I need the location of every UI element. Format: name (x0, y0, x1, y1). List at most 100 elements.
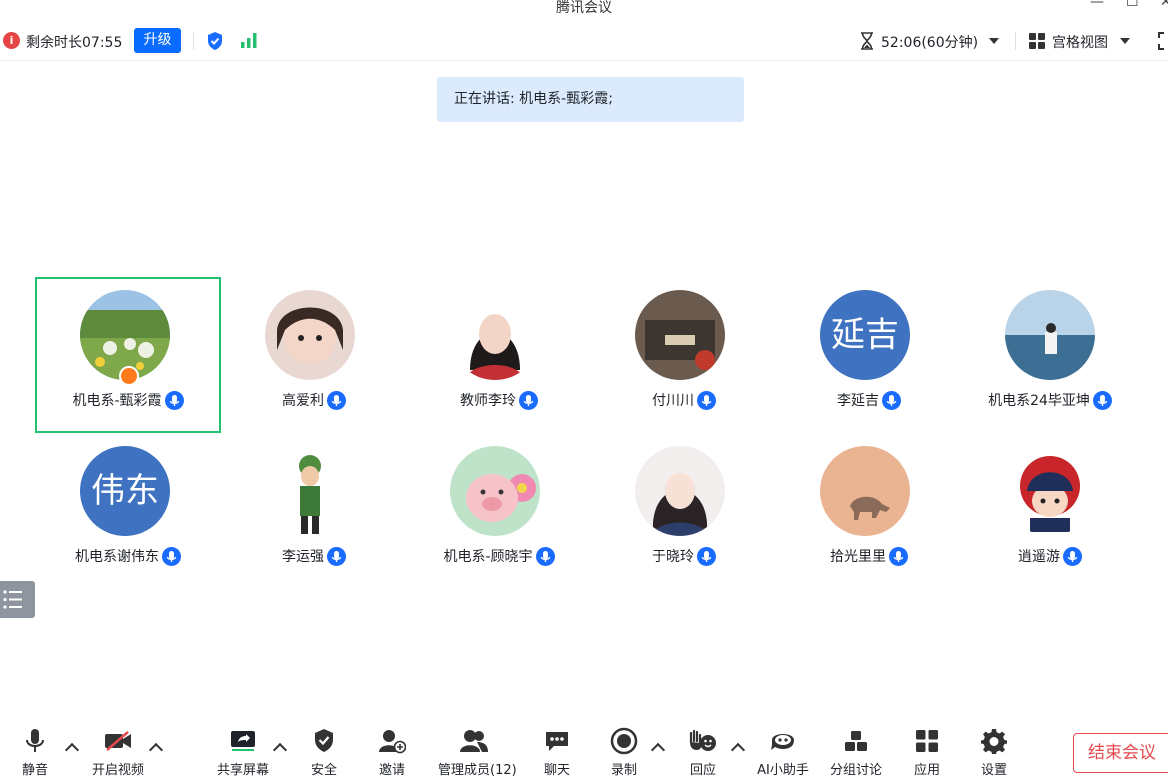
participant-name: 机电系24毕亚坤 (957, 390, 1143, 411)
participant-tile[interactable]: 机电系24毕亚坤 (957, 277, 1143, 433)
meeting-timer[interactable]: 52:06(60分钟) (881, 32, 978, 52)
microphone-icon (26, 729, 44, 752)
settings-label: 设置 (980, 763, 1007, 778)
microphone-icon (1092, 390, 1112, 410)
participant-name-text: 拾光里里 (830, 549, 886, 565)
view-dropdown-icon[interactable] (1120, 38, 1130, 44)
security-shield-icon[interactable] (206, 31, 224, 51)
shield-icon (315, 729, 333, 752)
participant-tile[interactable]: 拾光里里 (776, 433, 962, 589)
participant-name: 付川川 (591, 390, 777, 411)
signal-icon[interactable] (240, 32, 258, 48)
avatar (635, 290, 725, 380)
record-icon (610, 727, 638, 755)
participant-name-text: 高爱利 (282, 393, 324, 409)
participant-name: 机电系-甄彩霞 (37, 390, 219, 411)
window-title: 腾讯会议 (556, 0, 612, 16)
mute-label: 静音 (21, 763, 48, 778)
grid-view-icon[interactable] (1029, 33, 1046, 50)
ai-assistant-icon (771, 734, 794, 750)
participant-name-text: 李延吉 (837, 393, 879, 409)
reaction-label: 回应 (689, 763, 716, 778)
title-bar: 腾讯会议 — ☐ ✕ (0, 0, 1168, 22)
microphone-icon (882, 390, 901, 410)
avatar (1005, 290, 1095, 380)
microphone-icon (889, 546, 908, 566)
add-user-icon (379, 730, 406, 754)
avatar: 延吉 (820, 290, 910, 380)
participant-tile[interactable]: 延吉 李延吉 (776, 277, 962, 433)
maximize-icon[interactable]: ☐ (1126, 0, 1139, 10)
hourglass-icon (861, 32, 873, 50)
security-button[interactable]: 安全 (288, 727, 360, 778)
record-button[interactable]: 录制 (588, 727, 660, 778)
record-label: 录制 (610, 763, 637, 778)
ai-assistant-button[interactable]: AI小助手 (747, 727, 819, 778)
participant-name: 拾光里里 (776, 546, 962, 567)
microphone-icon (327, 546, 346, 566)
participant-tile[interactable]: 高爱利 (221, 277, 407, 433)
manage-members-button[interactable]: 管理成员(12) (438, 727, 517, 778)
upgrade-button[interactable]: 升级 (134, 28, 181, 53)
fullscreen-icon[interactable] (1158, 31, 1168, 51)
apps-label: 应用 (913, 763, 940, 778)
avatar: 伟东 (80, 446, 170, 536)
video-off-icon (105, 731, 131, 751)
participant-name-text: 机电系-甄彩霞 (72, 393, 162, 409)
member-list-toggle-button[interactable] (0, 581, 35, 618)
raise-hand-emoji-icon (689, 729, 716, 751)
participant-name: 机电系谢伟东 (35, 546, 221, 567)
share-screen-button[interactable]: 共享屏幕 (207, 727, 279, 778)
info-icon[interactable]: i (3, 32, 20, 49)
apps-icon (916, 730, 938, 752)
participant-name: 于晓玲 (591, 546, 777, 567)
timer-dropdown-icon[interactable] (989, 38, 999, 44)
chat-label: 聊天 (543, 763, 570, 778)
divider (1015, 32, 1016, 50)
participant-name-text: 机电系24毕亚坤 (988, 393, 1090, 409)
avatar (820, 446, 910, 536)
participant-tile[interactable]: 付川川 (591, 277, 777, 433)
participant-name-text: 李运强 (282, 549, 324, 565)
participant-name: 教师李玲 (406, 390, 592, 411)
participant-tile[interactable]: 于晓玲 (591, 433, 777, 589)
breakout-rooms-icon (845, 731, 867, 751)
avatar (265, 290, 355, 380)
participant-tile[interactable]: 机电系-甄彩霞 (35, 277, 221, 433)
participant-name: 高爱利 (221, 390, 407, 411)
chat-button[interactable]: 聊天 (521, 727, 593, 778)
participant-tile[interactable]: 伟东 机电系谢伟东 (35, 433, 221, 589)
settings-button[interactable]: 设置 (958, 727, 1030, 778)
participant-tile[interactable]: 教师李玲 (406, 277, 592, 433)
microphone-icon (162, 546, 181, 566)
apps-button[interactable]: 应用 (891, 727, 963, 778)
end-meeting-button[interactable]: 结束会议 (1073, 733, 1168, 773)
list-icon (3, 590, 22, 609)
participant-name-text: 机电系谢伟东 (75, 549, 159, 565)
participant-name-text: 教师李玲 (460, 393, 516, 409)
participant-tile[interactable]: 机电系-顾晓宇 (406, 433, 592, 589)
invite-button[interactable]: 邀请 (356, 727, 428, 778)
gear-icon (981, 729, 1007, 754)
chat-icon (546, 732, 568, 751)
participant-name-text: 付川川 (652, 393, 694, 409)
video-button[interactable]: 开启视频 (82, 727, 154, 778)
participant-name: 李延吉 (776, 390, 962, 411)
participant-name: 李运强 (221, 546, 407, 567)
participant-tile[interactable]: 逍遥游 (957, 433, 1143, 589)
microphone-icon (697, 546, 716, 566)
info-bar: i 剩余时长07:55 升级 52:06(60分钟) 宫格视图 (0, 22, 1168, 61)
breakout-rooms-button[interactable]: 分组讨论 (820, 727, 892, 778)
avatar (1005, 446, 1095, 536)
share-screen-icon (231, 731, 255, 751)
view-mode-button[interactable]: 宫格视图 (1052, 32, 1108, 52)
avatar-initials: 延吉 (820, 290, 910, 380)
participant-name-text: 机电系-顾晓宇 (443, 549, 533, 565)
reaction-button[interactable]: 回应 (667, 727, 739, 778)
mute-button[interactable]: 静音 (0, 727, 71, 778)
participant-tile[interactable]: 李运强 (221, 433, 407, 589)
host-icon (119, 366, 139, 386)
meeting-toolbar: 静音 开启视频 共享屏幕 安全 邀请 管理成员(12) 聊天 录制 回应 AI小… (0, 715, 1168, 778)
close-icon[interactable]: ✕ (1160, 0, 1168, 10)
minimize-icon[interactable]: — (1090, 0, 1104, 10)
